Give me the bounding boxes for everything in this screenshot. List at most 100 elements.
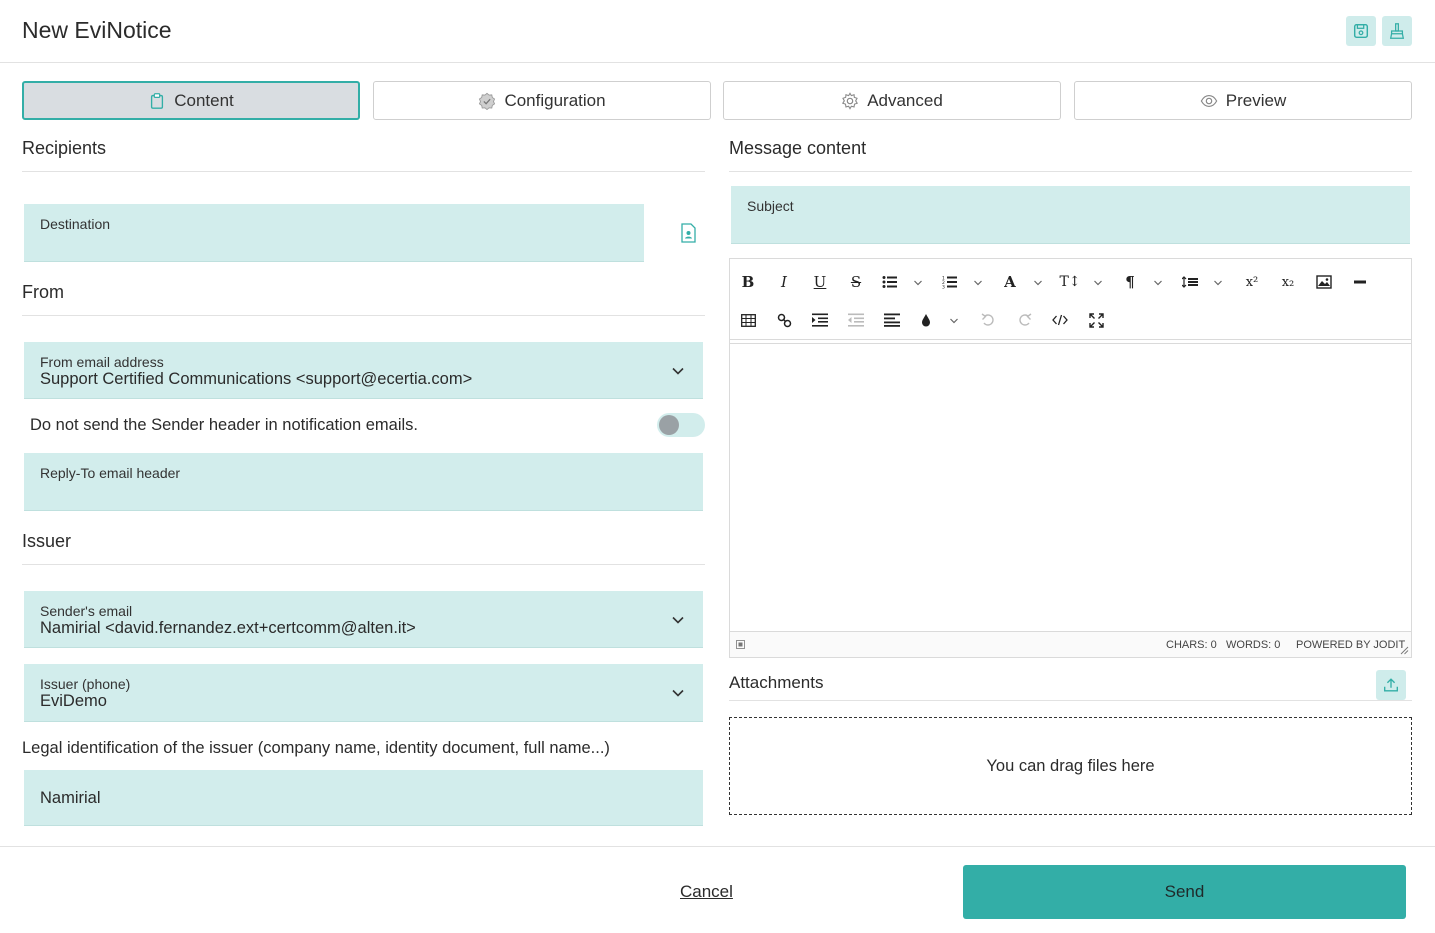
subject-field[interactable]: Subject <box>731 186 1410 244</box>
paragraph-icon[interactable]: ¶ <box>1118 270 1142 294</box>
align-left-icon[interactable] <box>880 308 904 332</box>
from-title: From <box>22 282 64 302</box>
table-icon[interactable] <box>736 308 760 332</box>
reply-to-label: Reply-To email header <box>40 465 181 481</box>
words-count: WORDS: 0 <box>1226 639 1281 651</box>
sender-header-toggle[interactable] <box>657 413 705 437</box>
chevron-down-icon[interactable] <box>1213 278 1223 288</box>
tab-label: Content <box>174 90 234 110</box>
reply-to-field[interactable]: Reply-To email header <box>24 453 703 511</box>
source-code-icon[interactable] <box>1048 308 1072 332</box>
editor-body[interactable] <box>730 344 1411 632</box>
fullscreen-icon[interactable] <box>1084 308 1108 332</box>
legal-id-value: Namirial <box>40 789 101 807</box>
tab-label: Advanced <box>867 90 943 110</box>
chevron-down-icon[interactable] <box>1033 278 1043 288</box>
chevron-down-icon[interactable] <box>1153 278 1163 288</box>
toggle-knob <box>659 415 679 435</box>
chars-count: CHARS: 0 <box>1166 639 1217 651</box>
save-button[interactable] <box>1346 16 1376 46</box>
sender-header-text: Do not send the Sender header in notific… <box>30 416 418 434</box>
tab-label: Configuration <box>504 90 606 110</box>
resize-handle-icon[interactable] <box>1400 646 1409 655</box>
from-email-label: From email address <box>40 354 164 370</box>
recipients-title: Recipients <box>22 138 107 158</box>
clipboard-icon <box>151 92 164 109</box>
dropzone-text: You can drag files here <box>986 756 1155 775</box>
sender-email-label: Sender's email <box>40 603 133 619</box>
issuer-phone-select[interactable]: Issuer (phone) EviDemo <box>24 664 703 722</box>
issuer-phone-label: Issuer (phone) <box>40 676 131 692</box>
gear-icon <box>842 91 859 110</box>
from-email-value: Support Certified Communications <suppor… <box>40 370 473 388</box>
chevron-down-icon[interactable] <box>973 278 983 288</box>
toolbar-divider <box>730 339 1411 340</box>
subscript-icon[interactable]: x₂ <box>1276 270 1300 294</box>
destination-label: Destination <box>40 216 111 232</box>
badge-check-icon <box>479 92 496 110</box>
eye-icon <box>1200 94 1218 107</box>
legal-id-label: Legal identification of the issuer (comp… <box>22 739 610 757</box>
tab-configuration[interactable]: Configuration <box>373 81 711 120</box>
recipients-divider <box>22 171 705 172</box>
send-label: Send <box>1164 882 1205 901</box>
chevron-down-icon[interactable] <box>913 278 923 288</box>
upload-button[interactable] <box>1376 670 1406 700</box>
sender-email-select[interactable]: Sender's email Namirial <david.fernandez… <box>24 591 703 648</box>
redo-icon[interactable] <box>1012 308 1036 332</box>
svg-text:3: 3 <box>942 285 945 290</box>
contact-book-icon <box>681 223 696 243</box>
editor-statusbar: CHARS: 0 WORDS: 0 POWERED BY JODIT <box>730 631 1411 657</box>
font-size-icon[interactable]: T↕ <box>1058 270 1082 294</box>
chevron-down-icon <box>672 367 684 375</box>
message-content-title: Message content <box>729 138 867 158</box>
chevron-down-icon[interactable] <box>949 316 959 326</box>
outdent-icon[interactable] <box>844 308 868 332</box>
underline-icon[interactable]: U <box>808 270 832 294</box>
image-icon[interactable] <box>1312 270 1336 294</box>
chevron-down-icon[interactable] <box>1093 278 1103 288</box>
tab-label: Preview <box>1225 90 1287 110</box>
from-email-select[interactable]: From email address Support Certified Com… <box>24 342 703 399</box>
attachments-title: Attachments <box>729 673 824 692</box>
destination-field[interactable]: Destination <box>24 204 644 262</box>
grid-icon <box>736 640 745 649</box>
broom-icon <box>1389 23 1405 39</box>
header-divider <box>0 62 1435 63</box>
color-drop-icon[interactable] <box>914 308 938 332</box>
legal-id-input[interactable]: Namirial <box>24 770 703 826</box>
upload-icon <box>1384 678 1398 692</box>
numbered-list-icon[interactable]: 123 <box>938 270 962 294</box>
contact-book-button[interactable] <box>678 222 698 244</box>
page-title: New EviNotice <box>22 17 172 43</box>
send-button[interactable]: Send <box>963 865 1406 919</box>
strikethrough-icon[interactable]: S <box>844 270 868 294</box>
cancel-button[interactable]: Cancel <box>680 882 733 902</box>
undo-icon[interactable] <box>976 308 1000 332</box>
clear-button[interactable] <box>1382 16 1412 46</box>
issuer-divider <box>22 564 705 565</box>
issuer-title: Issuer <box>22 531 72 551</box>
tab-preview[interactable]: Preview <box>1074 81 1412 120</box>
editor-toolbar-row-1: B I U S 123 A T↕ ¶ x² x₂ <box>730 263 1411 301</box>
attachments-dropzone[interactable]: You can drag files here <box>729 717 1412 815</box>
bullet-list-icon[interactable] <box>878 270 902 294</box>
subject-label: Subject <box>747 198 794 214</box>
chevron-down-icon <box>672 689 684 697</box>
attachments-divider <box>729 700 1412 701</box>
bold-icon[interactable]: B <box>736 270 760 294</box>
sender-email-value: Namirial <david.fernandez.ext+certcomm@a… <box>40 619 416 637</box>
issuer-phone-value: EviDemo <box>40 692 107 710</box>
indent-icon[interactable] <box>808 308 832 332</box>
link-icon[interactable] <box>772 308 796 332</box>
horizontal-rule-icon[interactable] <box>1348 270 1372 294</box>
font-icon[interactable]: A <box>998 270 1022 294</box>
save-icon <box>1353 23 1369 39</box>
line-height-icon[interactable] <box>1178 270 1202 294</box>
message-divider <box>729 171 1412 172</box>
italic-icon[interactable]: I <box>772 270 796 294</box>
tab-advanced[interactable]: Advanced <box>723 81 1061 120</box>
superscript-icon[interactable]: x² <box>1240 270 1264 294</box>
tab-content[interactable]: Content <box>22 81 360 120</box>
powered-by-link[interactable]: POWERED BY JODIT <box>1296 639 1405 651</box>
